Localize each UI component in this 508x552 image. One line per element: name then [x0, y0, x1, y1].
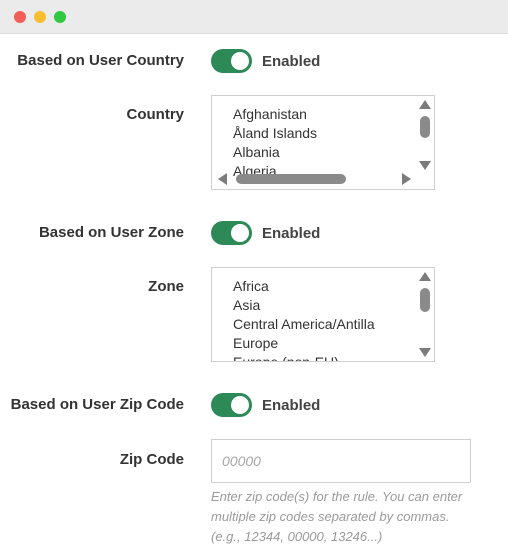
country-options: Afghanistan Åland Islands Albania Algeria: [212, 96, 434, 181]
zoom-window-button[interactable]: [54, 11, 66, 23]
zip-field-row: Zip Code Enter zip code(s) for the rule.…: [0, 439, 508, 549]
country-toggle-label: Based on User Country: [17, 52, 184, 69]
country-list-label: Country: [126, 106, 185, 123]
list-option[interactable]: Central America/Antilla: [233, 315, 434, 334]
title-bar: [0, 0, 508, 34]
list-option[interactable]: Europe: [233, 334, 434, 353]
zone-list-label: Zone: [148, 278, 184, 295]
list-option[interactable]: Europe (non-EU): [233, 353, 434, 361]
list-option[interactable]: Africa: [233, 277, 434, 296]
scroll-down-arrow-icon[interactable]: [419, 161, 431, 170]
country-horizontal-scrollbar[interactable]: [216, 172, 412, 186]
toggle-knob: [231, 224, 249, 242]
country-list-row: Country Afghanistan Åland Islands Albania A…: [0, 95, 508, 191]
zone-options: Africa Asia Central America/Antilla Europe E…: [212, 268, 434, 361]
zip-field-label: Zip Code: [119, 451, 184, 468]
scroll-up-arrow-icon[interactable]: [419, 272, 431, 281]
zone-toggle-row: Based on User Zone Enabled: [0, 221, 508, 247]
country-toggle-state: Enabled: [262, 52, 321, 70]
zone-toggle-state: Enabled: [262, 224, 321, 242]
country-vertical-scrollbar[interactable]: [418, 100, 432, 170]
settings-window: Based on User Country Enabled Country Af…: [0, 0, 508, 552]
list-option[interactable]: Åland Islands: [233, 124, 434, 143]
scroll-thumb[interactable]: [420, 116, 430, 138]
country-toggle-switch[interactable]: [211, 49, 252, 73]
toggle-knob: [231, 396, 249, 414]
horizontal-scroll-thumb[interactable]: [236, 174, 346, 184]
scroll-left-arrow-icon[interactable]: [218, 173, 227, 185]
country-listbox[interactable]: Afghanistan Åland Islands Albania Algeria: [211, 95, 435, 190]
minimize-window-button[interactable]: [34, 11, 46, 23]
zone-vertical-scrollbar[interactable]: [418, 272, 432, 358]
list-option[interactable]: Afghanistan: [233, 105, 434, 124]
zip-toggle-row: Based on User Zip Code Enabled: [0, 393, 508, 419]
zone-toggle-switch[interactable]: [211, 221, 252, 245]
zone-list-row: Zone Africa Asia Central America/Antilla Eu…: [0, 267, 508, 363]
zip-code-input[interactable]: [211, 439, 471, 483]
zone-toggle-label: Based on User Zone: [38, 224, 184, 241]
scroll-up-arrow-icon[interactable]: [419, 100, 431, 109]
list-option[interactable]: Asia: [233, 296, 434, 315]
scroll-down-arrow-icon[interactable]: [419, 348, 431, 357]
zip-toggle-label: Based on User Zip Code: [10, 396, 184, 413]
scroll-thumb[interactable]: [420, 288, 430, 312]
zip-toggle-switch[interactable]: [211, 393, 252, 417]
scroll-right-arrow-icon[interactable]: [402, 173, 411, 185]
zip-toggle-state: Enabled: [262, 396, 321, 414]
zip-help-text: Enter zip code(s) for the rule. You can …: [211, 489, 463, 544]
close-window-button[interactable]: [14, 11, 26, 23]
zone-listbox[interactable]: Africa Asia Central America/Antilla Europe E…: [211, 267, 435, 362]
country-toggle-row: Based on User Country Enabled: [0, 49, 508, 75]
toggle-knob: [231, 52, 249, 70]
list-option[interactable]: Albania: [233, 143, 434, 162]
